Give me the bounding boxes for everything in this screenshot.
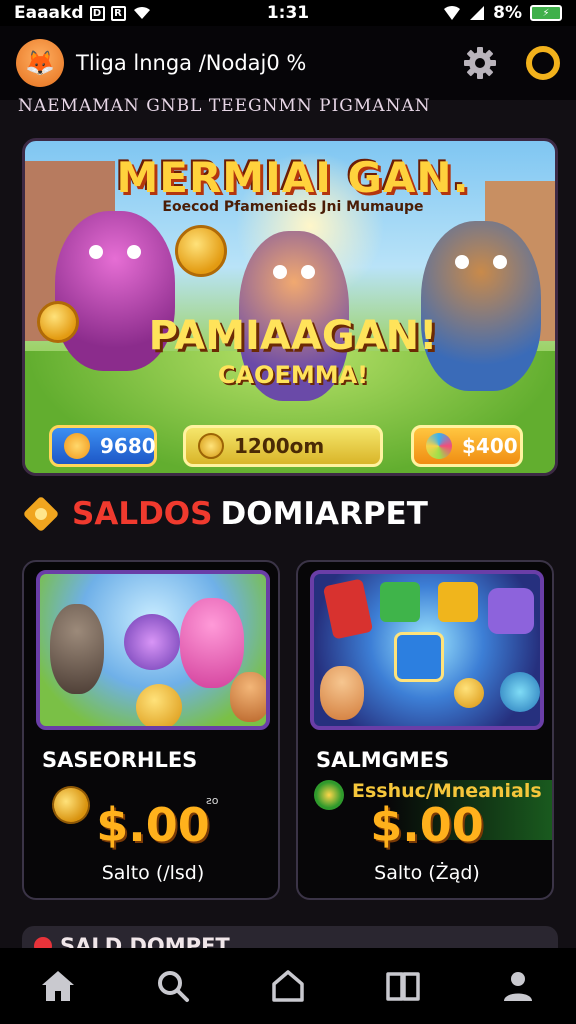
hearts-value: 9680 bbox=[100, 434, 156, 458]
card-artwork bbox=[36, 570, 270, 730]
banner-headline: MERMIAI GAN. bbox=[116, 153, 470, 202]
green-gem-icon bbox=[380, 582, 420, 622]
coins-value: 1200om bbox=[234, 434, 325, 458]
card-artwork bbox=[310, 570, 544, 730]
gear-icon[interactable] bbox=[460, 43, 500, 83]
coins-chip[interactable]: 1200om bbox=[183, 425, 383, 467]
gold-coin-icon bbox=[175, 225, 227, 277]
battery-percent: 8% bbox=[493, 3, 522, 23]
gold-coin-icon bbox=[454, 678, 484, 708]
app-header: 🦊 Tliga lnnga /Nodaj0 % bbox=[0, 26, 576, 100]
raccoon-character-icon bbox=[50, 604, 104, 694]
subheader-text: NAEMAMAN GNBL TEEGNMN PIGMANAN bbox=[18, 96, 431, 116]
banner-mid-title: PAMIAAGAN! bbox=[148, 313, 438, 359]
wallet-card[interactable]: SASEORHLES ƨo $.00 Salto (/lsd) bbox=[22, 560, 280, 900]
book-icon[interactable] bbox=[373, 956, 433, 1016]
app-notification-icon: R bbox=[110, 5, 126, 21]
balance-label: Salto (/lsd) bbox=[101, 862, 205, 884]
hearts-chip[interactable]: 9680 bbox=[49, 425, 157, 467]
signal-icon bbox=[444, 5, 461, 20]
search-icon[interactable] bbox=[143, 956, 203, 1016]
red-card-icon bbox=[322, 578, 374, 640]
gem-icon bbox=[426, 433, 452, 459]
magic-orb-icon bbox=[124, 614, 180, 670]
banner-mid-subtitle: CAOEMMA! bbox=[217, 361, 369, 389]
purple-gem-icon bbox=[488, 588, 534, 634]
promo-banner[interactable]: MERMIAI GAN. Eoecod Pfamenieds Jni Mumau… bbox=[22, 138, 558, 476]
pink-cat-character-icon bbox=[180, 598, 244, 688]
balance-amount: $.00 bbox=[96, 798, 210, 852]
cell-signal-icon bbox=[470, 6, 485, 20]
section-title-white: DOMIARPET bbox=[220, 496, 428, 532]
header-title: Tliga lnnga /Nodaj0 % bbox=[76, 51, 307, 75]
blue-wheel-icon bbox=[500, 672, 540, 712]
fox-avatar-icon[interactable]: 🦊 bbox=[16, 39, 64, 87]
wifi-icon bbox=[133, 6, 150, 19]
heart-icon bbox=[64, 433, 90, 459]
carrier-label: Eaaakd bbox=[14, 3, 84, 23]
fox-character-icon bbox=[230, 672, 266, 722]
coin-icon bbox=[198, 433, 224, 459]
notification-icon: D bbox=[89, 5, 105, 21]
blue-gem-icon bbox=[394, 632, 444, 682]
banner-tagline: Eoecod Pfamenieds Jni Mumaupe bbox=[162, 199, 424, 215]
profile-icon[interactable] bbox=[488, 956, 548, 1016]
house-outline-icon[interactable] bbox=[258, 956, 318, 1016]
card-title: SASEORHLES bbox=[42, 748, 198, 772]
battery-icon: ⚡ bbox=[530, 5, 562, 21]
gems-chip[interactable]: $400 bbox=[411, 425, 523, 467]
cat-character-icon bbox=[320, 666, 364, 720]
status-bar: Eaaakd D R 1:31 8% ⚡ bbox=[0, 0, 576, 26]
balance-amount: $.00 bbox=[370, 798, 484, 852]
ring-icon[interactable] bbox=[526, 46, 560, 80]
yellow-gem-icon bbox=[438, 582, 478, 622]
card-title: SALMGMES bbox=[316, 748, 450, 772]
section-title: SALDOS DOMIARPET bbox=[24, 496, 428, 532]
balance-label: Salto (Żąd) bbox=[374, 862, 480, 884]
bottom-nav bbox=[0, 948, 576, 1024]
section-title-red: SALDOS bbox=[72, 496, 213, 532]
sparkle-icon bbox=[24, 497, 58, 531]
gold-coin-icon bbox=[136, 684, 182, 726]
gems-value: $400 bbox=[462, 434, 518, 458]
home-icon[interactable] bbox=[28, 956, 88, 1016]
wallet-card[interactable]: SALMGMES Esshuc/Mneanials $.00 Salto (Żą… bbox=[296, 560, 554, 900]
